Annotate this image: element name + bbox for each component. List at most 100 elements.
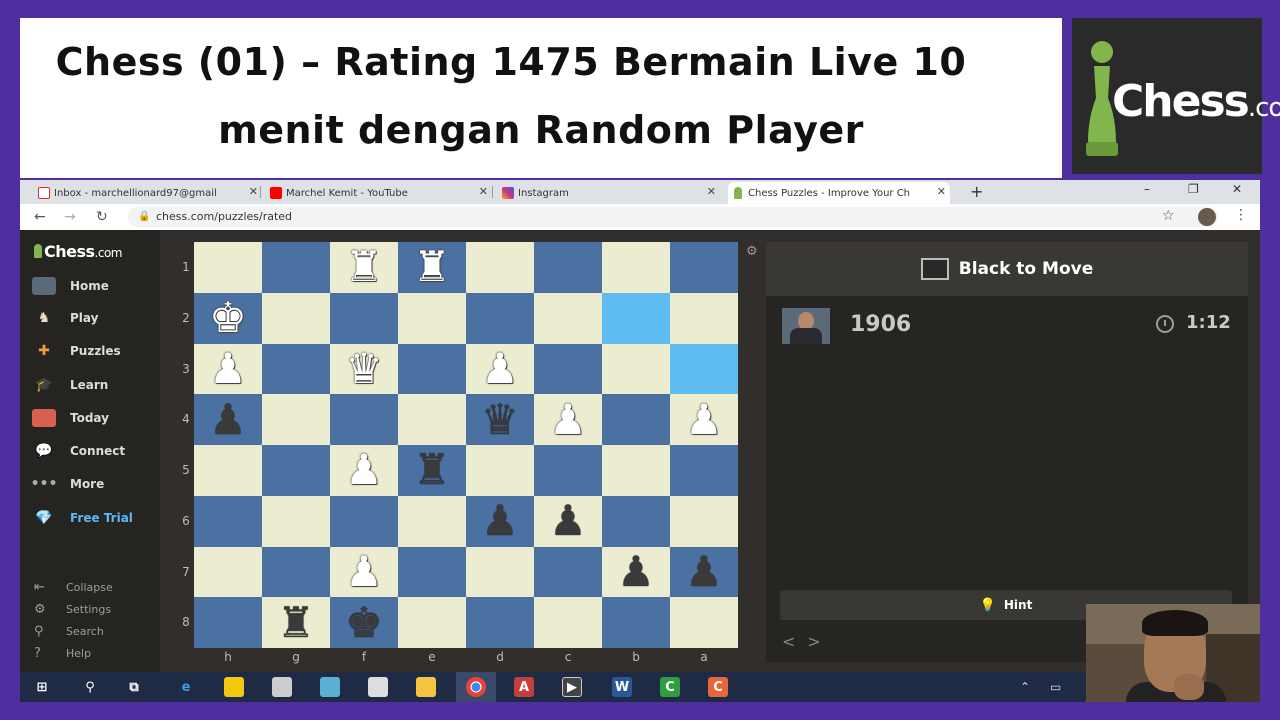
close-icon[interactable]: ✕ bbox=[479, 185, 488, 198]
black-piece[interactable]: ♟ bbox=[549, 500, 587, 542]
board-square[interactable] bbox=[398, 292, 466, 344]
white-piece[interactable]: ♟ bbox=[549, 398, 587, 441]
edge-icon[interactable]: e bbox=[176, 677, 196, 697]
file-explorer-icon[interactable] bbox=[416, 677, 436, 697]
board-square[interactable] bbox=[262, 343, 330, 395]
sidebar-item-puzzles[interactable]: ✚ Puzzles bbox=[32, 340, 121, 362]
sidebar-item-more[interactable]: ••• More bbox=[31, 473, 105, 495]
board-square[interactable] bbox=[602, 242, 670, 293]
close-icon[interactable]: ✕ bbox=[249, 185, 258, 198]
board-square[interactable] bbox=[398, 495, 466, 547]
menu-kebab-icon[interactable]: ⋮ bbox=[1234, 207, 1248, 223]
back-arrow-icon[interactable]: ← bbox=[34, 209, 46, 225]
black-piece[interactable]: ♛ bbox=[481, 398, 519, 441]
white-piece[interactable]: ♚ bbox=[209, 297, 247, 339]
board-square[interactable] bbox=[534, 292, 602, 344]
white-piece[interactable]: ♜ bbox=[413, 246, 451, 288]
board-square[interactable]: ♟ bbox=[466, 343, 534, 395]
board-square[interactable]: ♜ bbox=[262, 597, 330, 648]
board-square[interactable]: ♜ bbox=[398, 242, 466, 293]
board-square[interactable] bbox=[534, 343, 602, 395]
board-square[interactable] bbox=[398, 394, 466, 445]
tab-instagram[interactable]: Instagram ✕ bbox=[498, 182, 720, 204]
board-square[interactable] bbox=[466, 242, 534, 293]
board-square[interactable] bbox=[194, 445, 262, 496]
board-square[interactable] bbox=[262, 292, 330, 344]
board-square[interactable] bbox=[330, 394, 398, 445]
board-square[interactable] bbox=[466, 546, 534, 598]
board-square[interactable] bbox=[466, 445, 534, 496]
board-square[interactable]: ♛ bbox=[330, 343, 398, 395]
task-view-icon[interactable]: ⧉ bbox=[124, 677, 144, 697]
board-square[interactable] bbox=[398, 546, 466, 598]
reload-icon[interactable]: ↻ bbox=[96, 209, 108, 225]
board-square[interactable] bbox=[670, 343, 738, 395]
board-square[interactable] bbox=[262, 445, 330, 496]
close-window-button[interactable]: ✕ bbox=[1232, 182, 1242, 196]
board-square[interactable] bbox=[534, 242, 602, 293]
board-square[interactable] bbox=[602, 292, 670, 344]
sidebar-item-free-trial[interactable]: 💎 Free Trial bbox=[32, 507, 133, 529]
board-square[interactable] bbox=[534, 445, 602, 496]
tab-gmail[interactable]: Inbox - marchellionard97@gmail ✕ bbox=[34, 182, 262, 204]
camtasia-recorder-icon[interactable]: C bbox=[708, 677, 728, 697]
tray-chevron-icon[interactable]: ⌃ bbox=[1020, 680, 1030, 694]
sidebar-item-home[interactable]: Home bbox=[32, 275, 109, 297]
sidebar-item-today[interactable]: Today bbox=[32, 407, 109, 429]
sidebar-search[interactable]: ⚲ Search bbox=[34, 624, 104, 639]
board-square[interactable]: ♟ bbox=[670, 546, 738, 598]
maximize-button[interactable]: ❐ bbox=[1188, 182, 1199, 196]
board-square[interactable] bbox=[534, 597, 602, 648]
sidebar-collapse[interactable]: ⇤ Collapse bbox=[34, 580, 113, 595]
white-piece[interactable]: ♟ bbox=[345, 550, 383, 593]
board-square[interactable]: ♟ bbox=[194, 343, 262, 395]
board-square[interactable] bbox=[194, 495, 262, 547]
photos-icon[interactable] bbox=[320, 677, 340, 697]
board-square[interactable] bbox=[262, 495, 330, 547]
board-square[interactable] bbox=[330, 292, 398, 344]
bookmark-star-icon[interactable]: ☆ bbox=[1162, 208, 1175, 224]
battery-icon[interactable]: ▭ bbox=[1050, 680, 1061, 694]
board-square[interactable] bbox=[262, 394, 330, 445]
profile-avatar[interactable] bbox=[1198, 208, 1216, 226]
board-square[interactable]: ♟ bbox=[330, 546, 398, 598]
chess-board[interactable]: ♜ ♜ ♚ ♟ ♛ ♟ ♟ ♛ ♟ ♟ ♟ ♜ ♟ ♟ ♟ ♟ ♟ ♜ ♚ bbox=[194, 242, 738, 648]
board-square[interactable] bbox=[466, 597, 534, 648]
next-move-icon[interactable]: > bbox=[807, 632, 820, 651]
white-piece[interactable]: ♟ bbox=[685, 398, 723, 441]
sidebar-item-play[interactable]: ♞ Play bbox=[32, 307, 99, 329]
black-piece[interactable]: ♜ bbox=[413, 449, 451, 491]
board-square[interactable]: ♟ bbox=[466, 495, 534, 547]
white-piece[interactable]: ♟ bbox=[481, 347, 519, 390]
board-square[interactable]: ♜ bbox=[330, 242, 398, 293]
black-piece[interactable]: ♜ bbox=[277, 601, 315, 644]
board-square[interactable] bbox=[602, 394, 670, 445]
board-square[interactable] bbox=[670, 445, 738, 496]
address-bar[interactable]: 🔒 chess.com/puzzles/rated bbox=[128, 207, 1218, 227]
video-editor-icon[interactable]: ▶ bbox=[562, 677, 582, 697]
board-square[interactable]: ♜ bbox=[398, 445, 466, 496]
minimize-button[interactable]: – bbox=[1144, 182, 1150, 196]
black-piece[interactable]: ♟ bbox=[617, 550, 655, 593]
board-square[interactable]: ♟ bbox=[602, 546, 670, 598]
board-square[interactable] bbox=[670, 495, 738, 547]
search-icon[interactable]: ⚲ bbox=[80, 677, 100, 697]
word-icon[interactable]: W bbox=[612, 677, 632, 697]
black-piece[interactable]: ♚ bbox=[345, 601, 383, 644]
forward-arrow-icon[interactable]: → bbox=[64, 209, 76, 225]
board-square[interactable] bbox=[670, 597, 738, 648]
snipping-icon[interactable] bbox=[368, 677, 388, 697]
white-piece[interactable]: ♛ bbox=[345, 347, 383, 390]
board-square[interactable]: ♟ bbox=[534, 394, 602, 445]
black-piece[interactable]: ♟ bbox=[685, 550, 723, 593]
board-square[interactable] bbox=[262, 546, 330, 598]
windows-icon[interactable]: ⊞ bbox=[32, 677, 52, 697]
close-icon[interactable]: ✕ bbox=[937, 185, 946, 198]
black-piece[interactable]: ♟ bbox=[209, 398, 247, 441]
board-square[interactable] bbox=[466, 292, 534, 344]
board-square[interactable]: ♚ bbox=[194, 292, 262, 344]
white-piece[interactable]: ♟ bbox=[345, 449, 383, 491]
board-square[interactable] bbox=[398, 343, 466, 395]
board-settings-gear-icon[interactable]: ⚙ bbox=[746, 244, 758, 259]
white-piece[interactable]: ♟ bbox=[209, 347, 247, 390]
